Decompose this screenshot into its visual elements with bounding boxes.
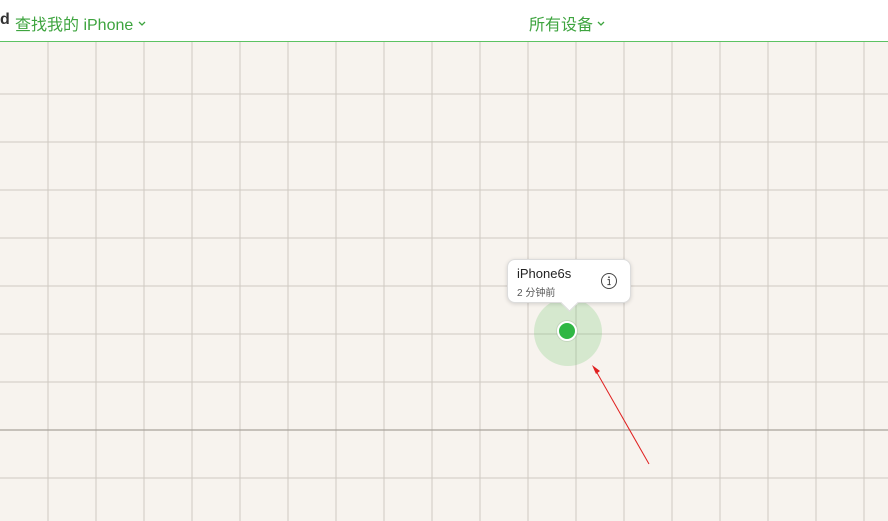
app-switcher-button[interactable]: 查找我的 iPhone — [15, 11, 147, 35]
device-last-seen: 2 分钟前 — [517, 288, 556, 299]
chevron-down-icon — [597, 21, 605, 26]
map-view[interactable] — [0, 42, 888, 521]
device-location-dot[interactable] — [557, 321, 577, 341]
chevron-down-icon — [138, 21, 146, 26]
find-my-iphone-app: d 查找我的 iPhone 所有设备 iPhone6s 2 分钟前 — [0, 0, 888, 521]
device-name: iPhone6s — [517, 266, 572, 281]
brand-fragment: d — [0, 11, 10, 28]
info-icon[interactable] — [600, 272, 618, 290]
top-bar: d 查找我的 iPhone 所有设备 — [0, 0, 888, 42]
map-grid — [0, 42, 888, 521]
device-callout[interactable]: iPhone6s 2 分钟前 — [507, 259, 631, 303]
device-filter-button[interactable]: 所有设备 — [529, 11, 606, 35]
app-title: 查找我的 iPhone — [15, 17, 134, 34]
device-filter-label: 所有设备 — [529, 17, 594, 34]
